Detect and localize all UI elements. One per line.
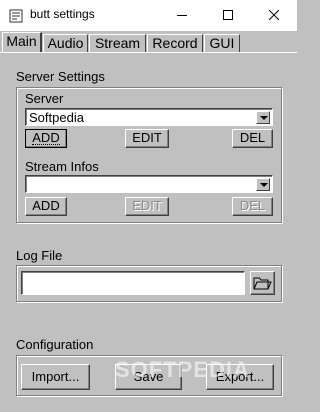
close-button[interactable] bbox=[251, 0, 297, 31]
tab-audio[interactable]: Audio bbox=[43, 34, 88, 53]
maximize-button[interactable] bbox=[205, 0, 251, 31]
window-title: butt settings bbox=[30, 7, 95, 21]
minimize-button[interactable] bbox=[159, 0, 205, 31]
close-icon bbox=[269, 10, 279, 20]
server-del-button[interactable]: DEL bbox=[232, 129, 273, 148]
tab-stream[interactable]: Stream bbox=[89, 34, 146, 53]
server-add-button[interactable]: ADD bbox=[25, 129, 67, 148]
chevron-down-icon[interactable] bbox=[256, 111, 270, 124]
chevron-down-icon[interactable] bbox=[256, 178, 270, 191]
log-file-browse-button[interactable] bbox=[250, 271, 275, 295]
stream-infos-edit-button[interactable]: EDIT bbox=[125, 197, 169, 216]
stream-infos-label: Stream Infos bbox=[25, 159, 99, 174]
folder-open-icon bbox=[253, 277, 272, 290]
server-combobox[interactable]: Softpedia bbox=[25, 108, 273, 126]
tab-gui[interactable]: GUI bbox=[204, 34, 240, 53]
maximize-icon bbox=[223, 10, 233, 20]
stream-infos-combobox[interactable] bbox=[25, 175, 273, 193]
softpedia-watermark: SOFTPEDIA bbox=[115, 357, 250, 382]
title-bar: butt settings bbox=[0, 0, 297, 31]
app-icon bbox=[9, 9, 23, 23]
server-settings-heading: Server Settings bbox=[16, 69, 105, 84]
tab-main[interactable]: Main bbox=[2, 32, 42, 53]
server-selected-value: Softpedia bbox=[29, 110, 84, 125]
log-file-input[interactable] bbox=[21, 271, 245, 295]
stream-infos-add-button[interactable]: ADD bbox=[25, 197, 67, 216]
tab-record[interactable]: Record bbox=[147, 34, 203, 53]
minimize-icon bbox=[177, 15, 187, 16]
configuration-label: Configuration bbox=[16, 337, 94, 352]
server-add-label: ADD bbox=[32, 130, 60, 145]
server-label: Server bbox=[25, 91, 64, 106]
import-button[interactable]: Import... bbox=[21, 364, 90, 390]
tab-bar: Main Audio Stream Record GUI bbox=[0, 31, 297, 53]
log-file-label: Log File bbox=[16, 248, 63, 263]
server-edit-button[interactable]: EDIT bbox=[125, 129, 169, 148]
stream-infos-del-button[interactable]: DEL bbox=[232, 197, 273, 216]
